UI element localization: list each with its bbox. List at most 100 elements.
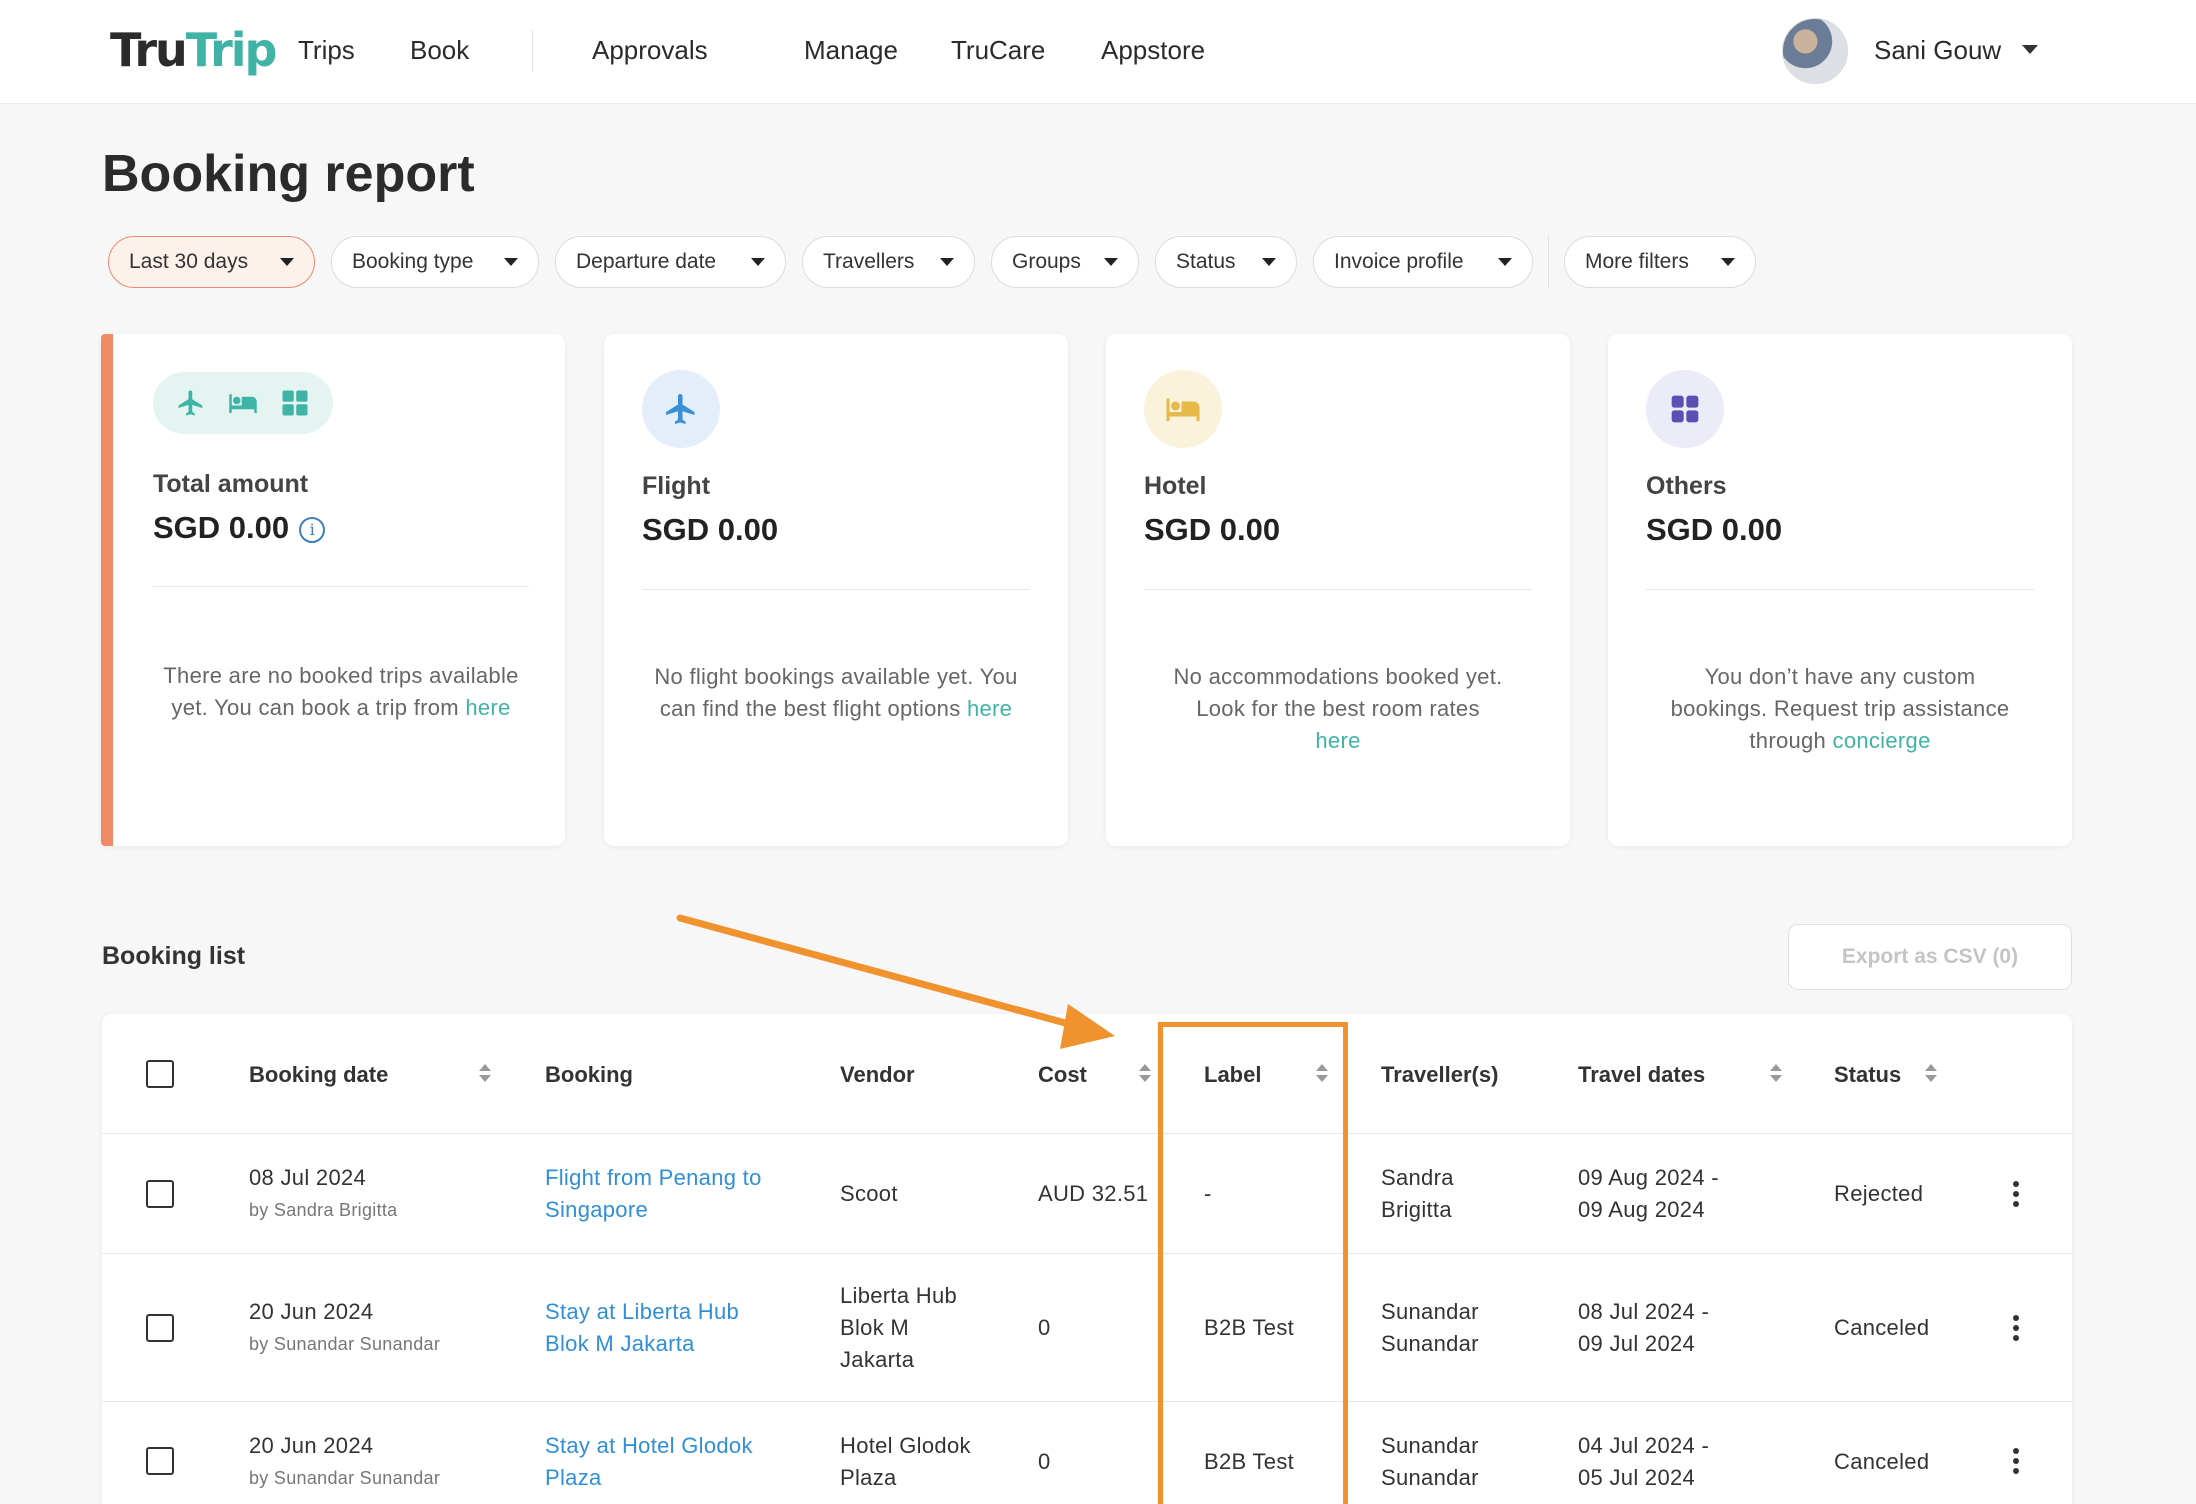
bed-icon [1166, 398, 1200, 421]
top-navigation-bar: TruTrip Trips Book Approvals Manage TruC… [0, 0, 2196, 104]
flight-card: Flight SGD 0.00 No flight bookings avail… [604, 334, 1068, 846]
filter-label: Booking type [352, 250, 474, 273]
column-header-vendor: Vendor [840, 1062, 915, 1087]
booked-by: by Sandra Brigitta [249, 1200, 398, 1220]
vendor: Scoot [840, 1181, 898, 1206]
user-menu-caret-icon[interactable] [2022, 45, 2038, 54]
card-amount: SGD 0.00 [1646, 512, 1783, 547]
nav-manage[interactable]: Manage [804, 33, 898, 67]
filter-label: Departure date [576, 250, 717, 273]
cost: 0 [1038, 1449, 1051, 1474]
nav-appstore[interactable]: Appstore [1101, 33, 1205, 67]
filter-label: Groups [1012, 250, 1081, 273]
sort-icon[interactable] [1770, 1064, 1782, 1084]
kebab-icon[interactable] [2010, 1314, 2022, 1342]
concierge-link[interactable]: concierge [1833, 728, 1931, 753]
page-title: Booking report [102, 145, 475, 203]
filter-more-filters[interactable]: More filters [1564, 236, 1756, 288]
filter-divider [1548, 236, 1549, 288]
column-header-travellers: Traveller(s) [1381, 1062, 1499, 1087]
avatar[interactable] [1782, 18, 1848, 84]
kebab-icon[interactable] [2010, 1180, 2022, 1208]
flight-icon-badge [642, 370, 720, 448]
card-label: Hotel [1144, 472, 1207, 500]
caret-down-icon [1498, 258, 1512, 266]
filter-groups[interactable]: Groups [991, 236, 1139, 288]
booked-by: by Sunandar Sunandar [249, 1334, 441, 1354]
row-divider [102, 1133, 2072, 1134]
booking-date: 20 Jun 2024 [249, 1433, 374, 1458]
booking-link[interactable]: Flight from Penang to Singapore [545, 1162, 762, 1226]
nav-trucare[interactable]: TruCare [951, 33, 1045, 67]
filter-label: More filters [1585, 250, 1689, 273]
row-checkbox[interactable] [146, 1447, 174, 1475]
grid-icon [1671, 395, 1699, 423]
card-label: Others [1646, 472, 1727, 500]
nav-divider [532, 30, 533, 72]
filter-label: Travellers [823, 250, 915, 273]
label-column-highlight [1158, 1022, 1348, 1504]
filter-travellers[interactable]: Travellers [802, 236, 975, 288]
sort-icon[interactable] [1925, 1064, 1937, 1084]
column-header-travel-dates[interactable]: Travel dates [1578, 1060, 1705, 1090]
others-icon-badge [1646, 370, 1724, 448]
card-amount: SGD 0.00 i [153, 510, 326, 546]
booking-link[interactable]: Stay at Liberta Hub Blok M Jakarta [545, 1296, 739, 1360]
others-card: Others SGD 0.00 You don’t have any custo… [1608, 334, 2072, 846]
card-amount: SGD 0.00 [1144, 512, 1281, 547]
flight-here-link[interactable]: here [967, 696, 1012, 721]
hotel-here-link[interactable]: here [1315, 728, 1360, 753]
caret-down-icon [504, 258, 518, 266]
nav-trips[interactable]: Trips [298, 33, 355, 67]
row-divider [102, 1253, 2072, 1254]
card-empty-message: You don’t have any custom bookings. Requ… [1670, 664, 2010, 753]
cost: 0 [1038, 1315, 1051, 1340]
vendor: Liberta Hub Blok M Jakarta [840, 1283, 958, 1372]
export-csv-button[interactable]: Export as CSV (0) [1788, 924, 2072, 990]
status: Canceled [1834, 1449, 1930, 1474]
nav-approvals[interactable]: Approvals [592, 33, 708, 67]
total-amount-card: Total amount SGD 0.00 i There are no book… [101, 334, 565, 846]
filter-label: Last 30 days [129, 250, 249, 273]
filter-invoice-profile[interactable]: Invoice profile [1313, 236, 1533, 288]
filter-status[interactable]: Status [1155, 236, 1297, 288]
status: Rejected [1834, 1181, 1924, 1206]
sort-icon[interactable] [1139, 1064, 1151, 1084]
column-header-booking-date[interactable]: Booking date [249, 1060, 388, 1090]
booking-date: 08 Jul 2024 [249, 1165, 367, 1190]
plane-icon [666, 394, 695, 424]
user-name[interactable]: Sani Gouw [1874, 33, 2001, 67]
select-all-checkbox[interactable] [146, 1060, 174, 1088]
row-checkbox[interactable] [146, 1180, 174, 1208]
booking-link[interactable]: Stay at Hotel Glodok Plaza [545, 1430, 753, 1494]
caret-down-icon [940, 258, 954, 266]
card-empty-message: There are no booked trips available yet.… [163, 663, 519, 720]
card-empty-message: No flight bookings available yet. You ca… [654, 664, 1018, 721]
cost: AUD 32.51 [1038, 1181, 1149, 1206]
card-divider [1144, 589, 1532, 590]
kebab-icon[interactable] [2010, 1447, 2022, 1475]
nav-book[interactable]: Book [410, 33, 469, 67]
booked-by: by Sunandar Sunandar [249, 1468, 441, 1488]
book-here-link[interactable]: here [465, 695, 510, 720]
hotel-icon-badge [1144, 370, 1222, 448]
info-icon[interactable]: i [299, 517, 326, 543]
row-checkbox[interactable] [146, 1314, 174, 1342]
card-divider [642, 589, 1030, 590]
filter-last-30-days[interactable]: Last 30 days [108, 236, 315, 288]
filter-booking-type[interactable]: Booking type [331, 236, 539, 288]
filter-departure-date[interactable]: Departure date [555, 236, 786, 288]
trutrip-logo[interactable]: TruTrip [110, 22, 277, 78]
status: Canceled [1834, 1315, 1930, 1340]
booking-list-title: Booking list [102, 942, 246, 970]
plane-icon [178, 390, 202, 416]
booking-date: 20 Jun 2024 [249, 1299, 374, 1324]
filter-label: Status [1176, 250, 1236, 273]
column-header-cost[interactable]: Cost [1038, 1060, 1087, 1090]
travel-dates: 04 Jul 2024 -05 Jul 2024 [1578, 1433, 1710, 1490]
hotel-card: Hotel SGD 0.00 No accommodations booked … [1106, 334, 1570, 846]
column-header-status[interactable]: Status [1834, 1060, 1901, 1090]
sort-icon[interactable] [479, 1064, 491, 1084]
booking-types-icons [153, 372, 333, 434]
travel-dates: 08 Jul 2024 -09 Jul 2024 [1578, 1299, 1710, 1356]
